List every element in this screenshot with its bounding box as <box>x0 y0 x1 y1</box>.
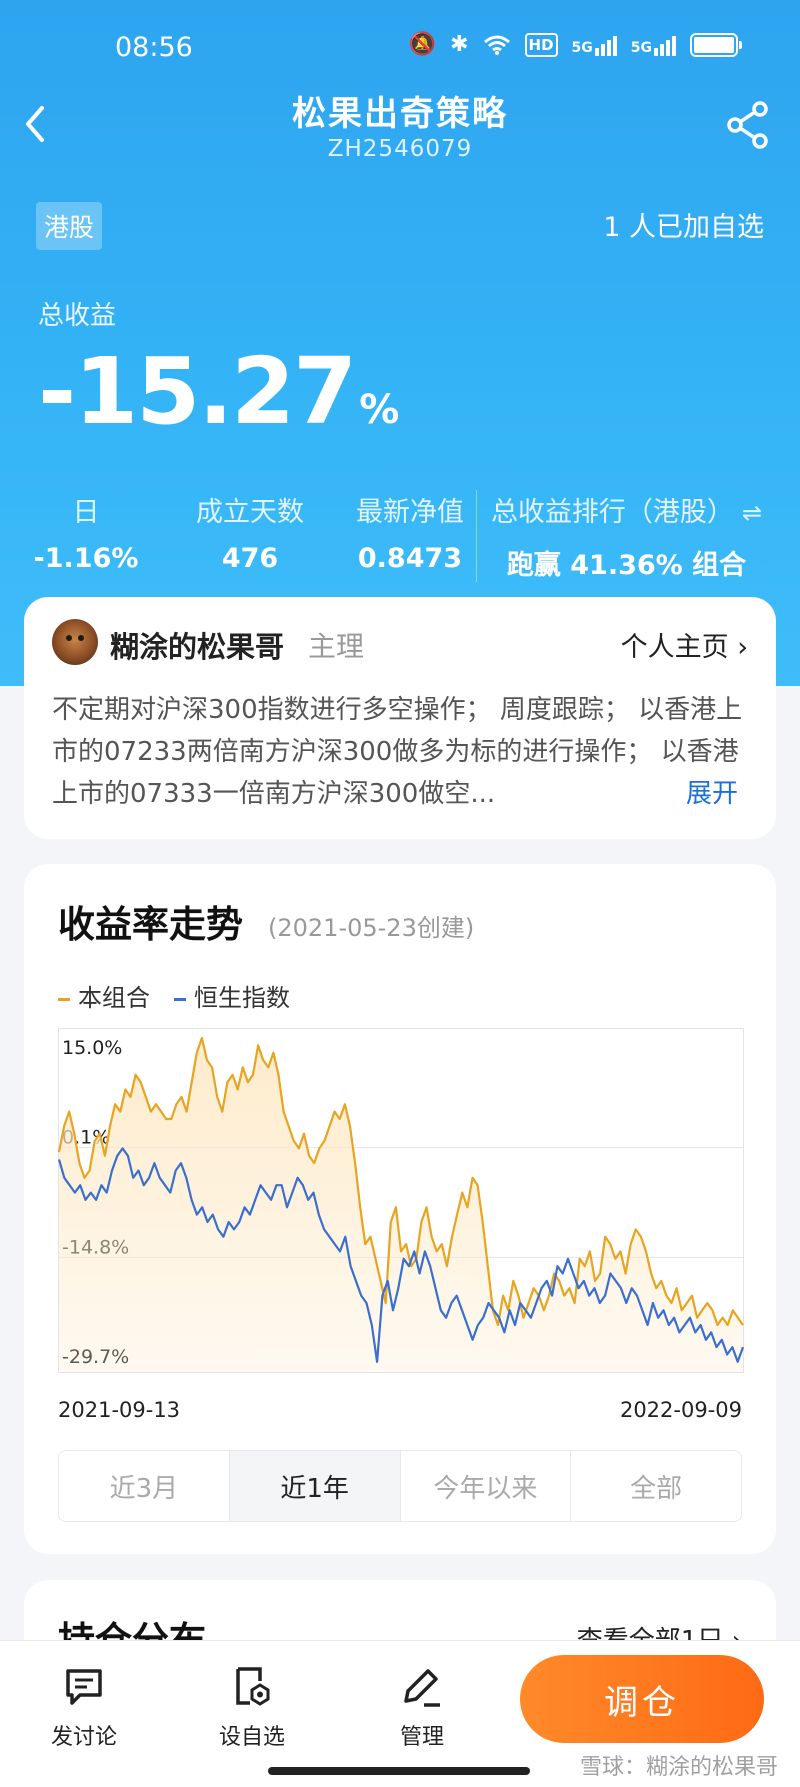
owner-role: 主理 <box>308 630 365 663</box>
expand-button[interactable]: 展开 <box>681 773 738 810</box>
owner-name[interactable]: 糊涂的松果哥 <box>110 624 284 666</box>
followers-count: 1 人已加自选 <box>603 212 764 243</box>
swap-icon[interactable]: ⇌ <box>742 499 762 527</box>
range-selector: 近3月 近1年 今年以来 全部 <box>58 1450 742 1522</box>
return-chart[interactable]: 15.0%0.1%-14.8%-29.7% <box>58 1028 744 1373</box>
chart-created-date: (2021-05-23创建) <box>268 914 475 942</box>
discuss-label: 发讨论 <box>50 1725 117 1750</box>
mute-icon: 🔕 <box>408 32 437 57</box>
watermark: 雪球：糊涂的松果哥 <box>579 1755 778 1780</box>
range-all[interactable]: 全部 <box>571 1451 741 1521</box>
portfolio-code: ZH2546079 <box>327 136 473 162</box>
avatar[interactable] <box>52 619 98 665</box>
add-watchlist-button[interactable]: 设自选 <box>192 1665 312 1751</box>
battery-icon <box>690 32 742 57</box>
page-title: 松果出奇策略 <box>292 94 508 134</box>
market-tag: 港股 <box>36 202 103 250</box>
total-return-label: 总收益 <box>38 301 117 331</box>
status-icons: 🔕 ✱ HD 5G 5G <box>408 32 742 57</box>
header-hero: 08:56 🔕 ✱ HD 5G 5G 松果出奇策略 ZH2546079 港股 1… <box>0 0 800 686</box>
bottom-action-bar: 发讨论 设自选 管理 调仓 雪球：糊涂的松果哥 <box>0 1640 800 1787</box>
owner-card: 糊涂的松果哥 主理 个人主页 › 不定期对沪深300指数进行多空操作； 周度跟踪… <box>24 597 776 839</box>
chevron-right-icon: › <box>737 632 748 663</box>
rebalance-button[interactable]: 调仓 <box>520 1655 764 1743</box>
range-3m[interactable]: 近3月 <box>59 1451 230 1521</box>
manage-label: 管理 <box>399 1725 444 1750</box>
discuss-button[interactable]: 发讨论 <box>24 1665 144 1751</box>
share-icon[interactable] <box>726 100 770 150</box>
stat-nav: 最新净值 0.8473 <box>356 497 464 574</box>
strategy-description: 不定期对沪深300指数进行多空操作； 周度跟踪； 以香港上市的07233两倍南方… <box>52 695 743 809</box>
portfolio-area <box>59 1038 743 1372</box>
legend-portfolio: 本组合 <box>58 978 150 1013</box>
stats-row: 日 -1.16% 成立天数 476 最新净值 0.8473 总收益排行（港股） ⇌ 跑赢… <box>0 490 800 582</box>
manage-button[interactable]: 管理 <box>362 1665 482 1751</box>
x-axis-start: 2021-09-13 <box>58 1398 181 1422</box>
return-chart-card: 收益率走势 (2021-05-23创建) 本组合 恒生指数 15.0%0.1%-… <box>24 864 776 1554</box>
watchlist-label: 设自选 <box>218 1725 285 1750</box>
signal-icon-2: 5G <box>631 34 676 56</box>
edit-pen-icon <box>404 1669 440 1707</box>
watchlist-icon <box>236 1667 270 1706</box>
signal-icon-1: 5G <box>572 34 617 56</box>
wifi-icon <box>483 35 510 55</box>
chart-title: 收益率走势 <box>58 903 243 946</box>
chart-legend: 本组合 恒生指数 <box>58 978 290 1013</box>
x-axis-end: 2022-09-09 <box>619 1398 742 1422</box>
y-tick-label: 15.0% <box>62 1037 122 1059</box>
status-bar: 08:56 🔕 ✱ HD 5G 5G <box>0 28 800 68</box>
stat-rank[interactable]: 总收益排行（港股） ⇌ 跑赢 41.36% 组合 <box>476 490 776 582</box>
hd-badge: HD <box>524 32 558 57</box>
bluetooth-icon: ✱ <box>450 32 469 57</box>
range-ytd[interactable]: 今年以来 <box>401 1451 572 1521</box>
stat-days: 成立天数 476 <box>196 497 304 574</box>
range-1y[interactable]: 近1年 <box>229 1451 401 1521</box>
legend-index: 恒生指数 <box>174 978 290 1013</box>
status-time: 08:56 <box>115 32 193 63</box>
profile-link[interactable]: 个人主页 › <box>621 625 748 664</box>
stat-daily: 日 -1.16% <box>33 497 139 574</box>
home-indicator[interactable] <box>268 1767 530 1775</box>
comment-icon <box>66 1669 102 1705</box>
total-return-value: -15.27% <box>38 338 399 445</box>
